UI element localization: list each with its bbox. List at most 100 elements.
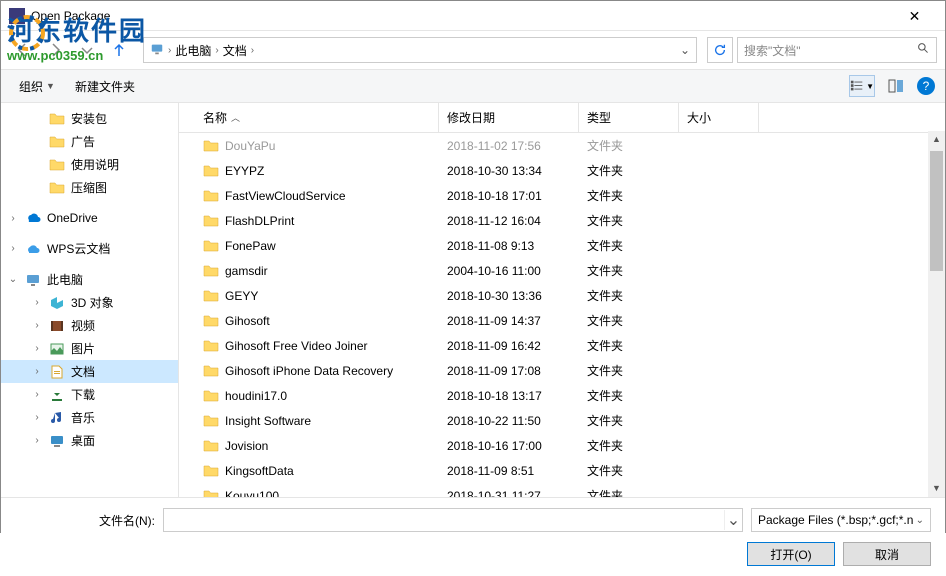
column-type[interactable]: 类型 [579,103,679,132]
breadcrumb-item[interactable]: 文档 [223,42,247,59]
sidebar-item-label: 音乐 [71,409,95,426]
search-icon [917,42,930,58]
expand-icon[interactable] [31,159,43,171]
file-row[interactable]: FastViewCloudService2018-10-18 17:01文件夹 [179,183,945,208]
close-button[interactable]: ✕ [892,2,937,30]
file-type-filter[interactable]: Package Files (*.bsp;*.gcf;*.n⌄ [751,508,931,532]
expand-icon[interactable]: › [7,243,19,255]
file-name: FastViewCloudService [225,189,346,203]
file-size [679,460,759,481]
sidebar-item[interactable]: ›图片 [1,337,178,360]
expand-icon[interactable] [31,113,43,125]
breadcrumb[interactable]: › 此电脑 › 文档 › ⌄ [143,37,697,63]
file-row[interactable]: Gihosoft Free Video Joiner2018-11-09 16:… [179,333,945,358]
refresh-button[interactable] [707,37,733,63]
file-date: 2018-11-02 17:56 [439,135,579,156]
folder-icon [203,188,219,204]
sidebar-item[interactable]: › 音乐 [1,406,178,429]
file-type: 文件夹 [579,160,679,181]
file-name: GEYY [225,289,258,303]
expand-icon[interactable]: › [31,389,43,401]
forward-button[interactable] [41,36,69,64]
scrollbar[interactable]: ▲ ▼ [928,131,945,497]
expand-icon[interactable] [31,136,43,148]
preview-pane-button[interactable] [883,75,909,97]
new-folder-button[interactable]: 新建文件夹 [67,74,143,99]
expand-icon[interactable]: ⌄ [7,274,19,286]
file-name: Jovision [225,439,268,453]
file-row[interactable]: Gihosoft2018-11-09 14:37文件夹 [179,308,945,333]
sidebar-item[interactable]: 使用说明 [1,153,178,176]
filename-input[interactable]: ⌄ [163,508,743,532]
file-date: 2018-11-09 8:51 [439,460,579,481]
file-size [679,285,759,306]
view-details-button[interactable]: ▼ [849,75,875,97]
file-row[interactable]: Gihosoft iPhone Data Recovery2018-11-09 … [179,358,945,383]
expand-icon[interactable]: › [31,435,43,447]
expand-icon[interactable]: › [7,212,19,224]
expand-icon[interactable]: › [31,320,43,332]
cancel-button[interactable]: 取消 [843,542,931,566]
up-button[interactable] [105,36,133,64]
column-name[interactable]: 名称︿ [179,103,439,132]
expand-icon[interactable]: › [31,297,43,309]
file-name: Insight Software [225,414,311,428]
file-row[interactable]: FonePaw2018-11-08 9:13文件夹 [179,233,945,258]
window-title: Open Package [31,9,892,23]
sidebar-item[interactable]: 安装包 [1,107,178,130]
filename-dropdown[interactable]: ⌄ [724,510,742,530]
expand-icon[interactable]: › [31,366,43,378]
folder-icon [203,413,219,429]
file-size [679,385,759,406]
file-size [679,185,759,206]
scroll-up-arrow[interactable]: ▲ [928,131,945,148]
open-button[interactable]: 打开(O) [747,542,835,566]
sidebar-item[interactable]: 压缩图 [1,176,178,199]
sidebar-item[interactable]: ›下载 [1,383,178,406]
search-input[interactable]: 搜索"文档" [737,37,937,63]
folder-icon [203,213,219,229]
sidebar-item[interactable]: 广告 [1,130,178,153]
column-date[interactable]: 修改日期 [439,103,579,132]
recent-dropdown[interactable] [73,36,101,64]
file-type: 文件夹 [579,385,679,406]
help-button[interactable]: ? [917,77,935,95]
file-size [679,410,759,431]
toolbar: 组织▼ 新建文件夹 ▼ ? [1,69,945,103]
file-type: 文件夹 [579,185,679,206]
file-row[interactable]: Kouyu1002018-10-31 11:27文件夹 [179,483,945,497]
file-row[interactable]: FlashDLPrint2018-11-12 16:04文件夹 [179,208,945,233]
expand-icon[interactable]: › [31,343,43,355]
breadcrumb-item[interactable]: 此电脑 [175,42,211,59]
scroll-down-arrow[interactable]: ▼ [928,480,945,497]
sidebar-item[interactable]: ›WPS云文档 [1,237,178,260]
sidebar-item[interactable]: ›视频 [1,314,178,337]
back-button[interactable] [9,36,37,64]
sidebar-item[interactable]: ›桌面 [1,429,178,452]
column-size[interactable]: 大小 [679,103,759,132]
sidebar-item[interactable]: ⌄ 此电脑 [1,268,178,291]
sidebar-item-label: 此电脑 [47,271,83,288]
breadcrumb-dropdown[interactable]: ⌄ [680,43,690,57]
sidebar-item[interactable]: ›文档 [1,360,178,383]
expand-icon[interactable]: › [31,412,43,424]
app-icon [9,8,25,24]
organize-button[interactable]: 组织▼ [11,74,63,99]
file-list: 名称︿ 修改日期 类型 大小 DouYaPu2018-11-02 17:56文件… [179,103,945,497]
file-row[interactable]: KingsoftData2018-11-09 8:51文件夹 [179,458,945,483]
folder-icon [49,180,65,196]
file-row[interactable]: houdini17.02018-10-18 13:17文件夹 [179,383,945,408]
file-row[interactable]: Insight Software2018-10-22 11:50文件夹 [179,408,945,433]
sidebar-item[interactable]: ›OneDrive [1,207,178,229]
filename-field[interactable] [164,513,724,527]
file-date: 2018-11-09 14:37 [439,310,579,331]
scroll-thumb[interactable] [930,151,943,271]
file-row[interactable]: GEYY2018-10-30 13:36文件夹 [179,283,945,308]
expand-icon[interactable] [31,182,43,194]
file-row[interactable]: gamsdir2004-10-16 11:00文件夹 [179,258,945,283]
file-row[interactable]: DouYaPu2018-11-02 17:56文件夹 [179,133,945,158]
file-row[interactable]: Jovision2018-10-16 17:00文件夹 [179,433,945,458]
file-row[interactable]: EYYPZ2018-10-30 13:34文件夹 [179,158,945,183]
file-size [679,160,759,181]
sidebar-item[interactable]: ›3D 对象 [1,291,178,314]
